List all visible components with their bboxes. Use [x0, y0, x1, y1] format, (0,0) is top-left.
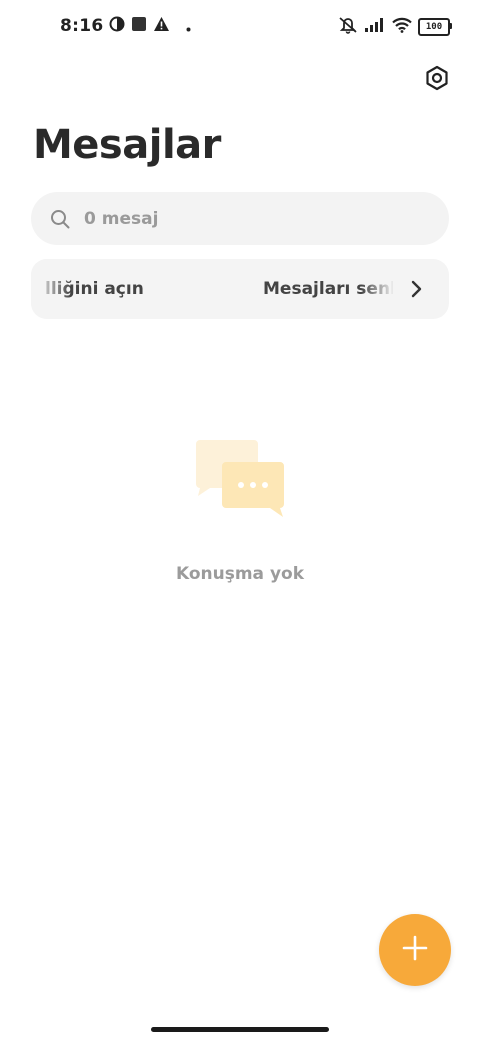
dot-icon — [186, 17, 191, 36]
banner-fade-right — [361, 259, 401, 319]
search-input[interactable] — [82, 207, 426, 230]
mute-icon — [338, 16, 358, 38]
warning-icon — [153, 16, 170, 36]
battery-icon: 100 — [418, 18, 452, 36]
settings-button[interactable] — [421, 64, 453, 96]
sync-banner[interactable]: lliğini açın Mesajları senk — [31, 259, 449, 319]
signal-icon — [364, 17, 386, 37]
status-left: 8:16 — [60, 16, 191, 36]
wifi-icon — [392, 17, 412, 37]
status-right: 100 — [338, 16, 452, 38]
plus-icon — [401, 934, 429, 966]
banner-fade-left — [31, 259, 71, 319]
status-bar: 8:16 100 — [0, 12, 480, 44]
data-saver-icon — [109, 16, 125, 36]
page-title: Mesajlar — [33, 122, 221, 168]
settings-hexagon-icon — [424, 65, 450, 95]
status-time: 8:16 — [60, 16, 104, 36]
empty-state-message: Konuşma yok — [175, 564, 305, 584]
square-notification-icon — [131, 16, 147, 36]
chevron-right-icon[interactable] — [405, 277, 429, 301]
home-indicator[interactable] — [151, 1027, 329, 1032]
search-bar[interactable] — [31, 192, 449, 245]
messages-screen: 8:16 100 Mesajlar 0 mesaj lliğini açın M… — [0, 0, 480, 1040]
chat-bubbles-icon — [190, 438, 290, 522]
search-icon — [49, 208, 71, 230]
new-message-button[interactable] — [379, 914, 451, 986]
